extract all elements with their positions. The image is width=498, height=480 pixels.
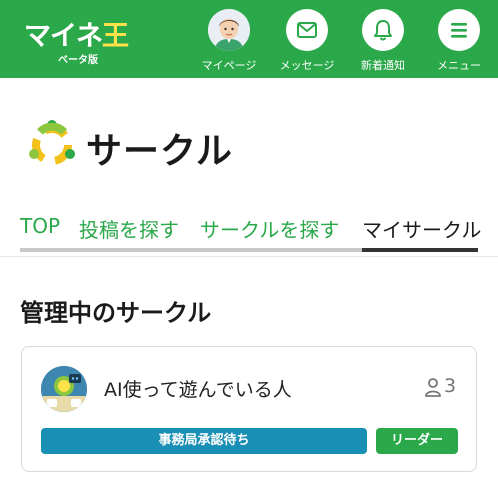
nav-label-messages: メッセージ bbox=[279, 59, 335, 72]
avatar bbox=[208, 9, 250, 51]
beta-label: ベータ版 bbox=[58, 55, 98, 66]
nav-label-notifications: 新着通知 bbox=[361, 59, 405, 72]
nav-label-menu: メニュー bbox=[437, 59, 481, 72]
page-title: サークル bbox=[86, 131, 233, 172]
nav-label-mypage: マイページ bbox=[201, 59, 257, 72]
nav-notifications[interactable]: 新着通知 bbox=[348, 9, 418, 75]
divider bbox=[0, 256, 498, 257]
tab-top[interactable]: TOP bbox=[20, 214, 60, 238]
tab-active-indicator bbox=[362, 248, 478, 252]
circle-group-icon bbox=[29, 120, 75, 165]
bell-icon bbox=[374, 20, 392, 41]
nav-mypage[interactable]: マイページ bbox=[194, 9, 264, 75]
section-title: 管理中のサークル bbox=[20, 299, 212, 327]
tab-my-circles[interactable]: マイサークル bbox=[362, 214, 481, 243]
circle-card[interactable]: AI使って遊んでいる人 3 事務局承認待ち リーダー bbox=[21, 346, 477, 472]
tab-find-circles[interactable]: サークルを探す bbox=[200, 214, 339, 243]
role-badge: リーダー bbox=[376, 428, 458, 454]
circle-avatar bbox=[41, 366, 87, 412]
app-header: マイネ王 ベータ版 マイページ メッセージ 新着通知 メニュー bbox=[0, 0, 498, 78]
site-logo[interactable]: マイネ王 ベータ版 bbox=[24, 14, 134, 68]
member-icon bbox=[425, 378, 441, 397]
tab-find-posts[interactable]: 投稿を探す bbox=[79, 214, 179, 243]
circle-name[interactable]: AI使って遊んでいる人 bbox=[104, 375, 292, 402]
status-badge: 事務局承認待ち bbox=[41, 428, 367, 454]
menu-icon-circle bbox=[438, 9, 480, 51]
bell-icon-circle bbox=[362, 9, 404, 51]
logo-text: マイネ王 bbox=[24, 21, 129, 52]
menu-icon bbox=[451, 23, 467, 38]
mail-icon-circle bbox=[286, 9, 328, 51]
member-count: 3 bbox=[444, 375, 457, 397]
nav-menu[interactable]: メニュー bbox=[424, 9, 494, 75]
nav-messages[interactable]: メッセージ bbox=[272, 9, 342, 75]
mail-icon bbox=[297, 22, 317, 38]
